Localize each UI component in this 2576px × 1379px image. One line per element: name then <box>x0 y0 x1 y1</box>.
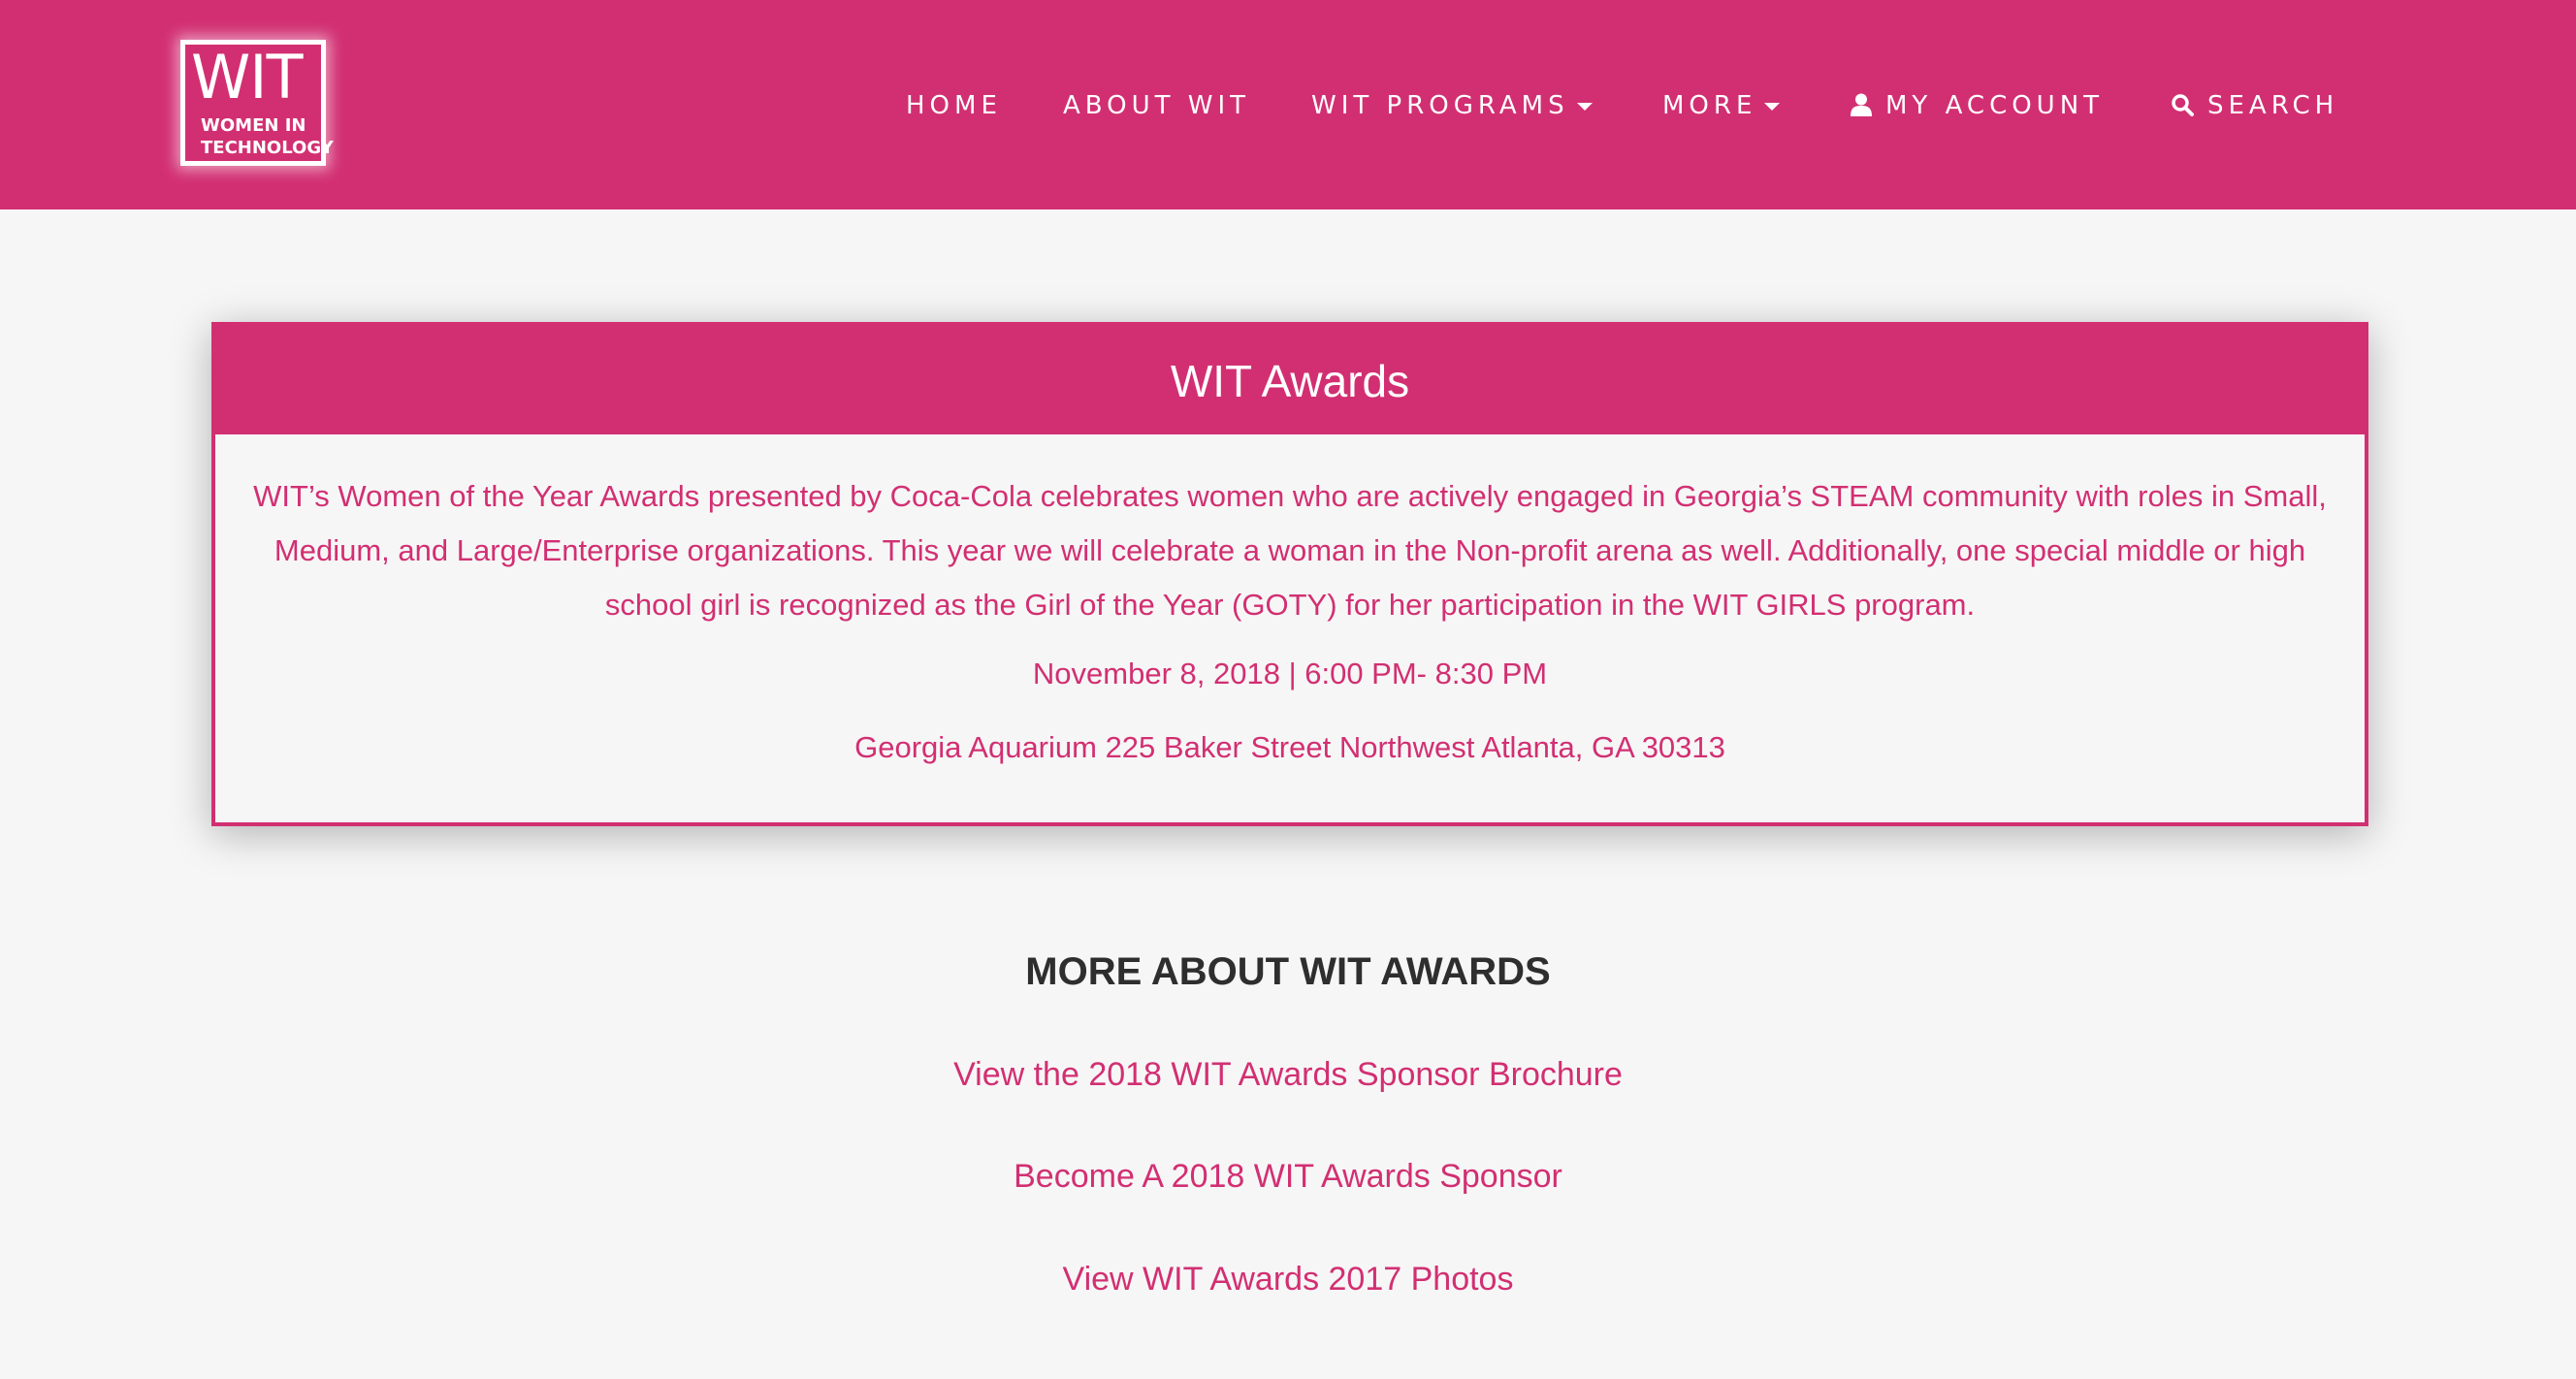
site-header: WIT WOMEN IN TECHNOLOGY HOME ABOUT WIT W… <box>0 0 2576 209</box>
nav-search-label: SEARCH <box>2207 91 2339 120</box>
page: WIT WOMEN IN TECHNOLOGY HOME ABOUT WIT W… <box>0 0 2576 1379</box>
logo-tagline-line2: TECHNOLOGY <box>201 138 334 158</box>
search-icon <box>2171 93 2194 124</box>
event-location: Georgia Aquarium 225 Baker Street Northw… <box>854 730 1725 764</box>
logo-tagline: WOMEN IN TECHNOLOGY <box>201 114 334 159</box>
nav-more-label: MORE <box>1662 91 1757 120</box>
logo-wordmark: WIT <box>191 42 303 112</box>
wit-logo[interactable]: WIT WOMEN IN TECHNOLOGY <box>180 40 334 166</box>
nav-more[interactable]: MORE <box>1662 90 1781 121</box>
more-section-title: MORE ABOUT WIT AWARDS <box>1025 950 1551 993</box>
photos-2017-link[interactable]: View WIT Awards 2017 Photos <box>0 1258 2576 1300</box>
user-icon <box>1851 93 1872 124</box>
card-title: WIT Awards <box>215 326 2365 434</box>
chevron-down-icon <box>1764 102 1781 111</box>
wit-awards-card: WIT Awards WIT’s Women of the Year Award… <box>211 322 2368 826</box>
nav-my-account[interactable]: MY ACCOUNT <box>1851 90 2104 124</box>
nav-wit-programs[interactable]: WIT PROGRAMS <box>1311 90 1593 121</box>
nav-wit-programs-label: WIT PROGRAMS <box>1311 91 1569 120</box>
nav-search[interactable]: SEARCH <box>2171 90 2338 124</box>
logo-tagline-line1: WOMEN IN <box>201 115 306 136</box>
nav-about-wit-label: ABOUT WIT <box>1063 91 1251 120</box>
chevron-down-icon <box>1576 102 1593 111</box>
nav-home-label: HOME <box>906 91 1002 120</box>
nav-home[interactable]: HOME <box>906 90 1002 121</box>
nav-about-wit[interactable]: ABOUT WIT <box>1063 90 1250 121</box>
nav-my-account-label: MY ACCOUNT <box>1885 91 2105 120</box>
event-date-time: November 8, 2018 | 6:00 PM- 8:30 PM <box>1032 657 1548 690</box>
sponsor-brochure-link[interactable]: View the 2018 WIT Awards Sponsor Brochur… <box>0 1053 2576 1096</box>
awards-description: WIT’s Women of the Year Awards presented… <box>253 479 2327 622</box>
become-sponsor-link[interactable]: Become A 2018 WIT Awards Sponsor <box>0 1155 2576 1198</box>
